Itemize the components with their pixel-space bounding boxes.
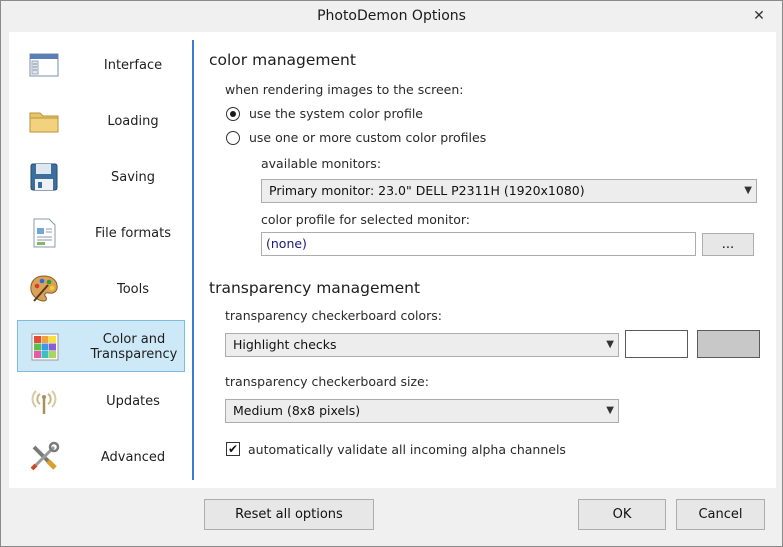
checkerboard-size-label: transparency checkerboard size: bbox=[225, 374, 429, 389]
document-icon bbox=[28, 217, 60, 249]
browse-profile-button[interactable]: ... bbox=[702, 233, 754, 256]
checkerboard-colors-select[interactable]: Highlight checks ▼ bbox=[225, 333, 619, 357]
monitor-select[interactable]: Primary monitor: 23.0" DELL P2311H (1920… bbox=[261, 179, 757, 203]
sidebar-item-advanced[interactable]: Advanced bbox=[17, 431, 185, 483]
sidebar-item-label: Color and Transparency bbox=[90, 332, 178, 362]
sidebar-item-label: Loading bbox=[107, 113, 159, 129]
custom-profile-label[interactable]: use one or more custom color profiles bbox=[249, 130, 486, 145]
transparency-management-heading: transparency management bbox=[209, 279, 421, 297]
profile-path-field[interactable]: (none) bbox=[261, 232, 696, 256]
validate-alpha-checkbox[interactable]: ✔ bbox=[226, 442, 240, 456]
checker-color-2-swatch[interactable] bbox=[697, 330, 760, 358]
category-sidebar: Interface Loading Saving File formats To… bbox=[9, 32, 193, 488]
chevron-down-icon: ▼ bbox=[606, 405, 614, 416]
window-titlebar: PhotoDemon Options bbox=[1, 1, 782, 32]
color-grid-icon bbox=[29, 331, 61, 363]
antenna-icon bbox=[28, 385, 60, 417]
sidebar-item-file-formats[interactable]: File formats bbox=[17, 207, 185, 259]
checkerboard-colors-label: transparency checkerboard colors: bbox=[225, 308, 443, 323]
sidebar-item-label: Advanced bbox=[100, 449, 166, 465]
sidebar-item-loading[interactable]: Loading bbox=[17, 95, 185, 147]
monitor-select-value: Primary monitor: 23.0" DELL P2311H (1920… bbox=[269, 183, 585, 198]
folder-icon bbox=[28, 105, 60, 137]
ok-button[interactable]: OK bbox=[578, 499, 666, 530]
reset-all-options-button[interactable]: Reset all options bbox=[204, 499, 374, 530]
sidebar-item-updates[interactable]: Updates bbox=[17, 375, 185, 427]
monitors-label: available monitors: bbox=[261, 156, 382, 171]
chevron-down-icon: ▼ bbox=[744, 185, 752, 196]
options-dialog: PhotoDemon Options ✕ Interface Loading S… bbox=[0, 0, 783, 547]
palette-icon bbox=[28, 273, 60, 305]
checkerboard-size-value: Medium (8x8 pixels) bbox=[233, 403, 361, 418]
tools-icon bbox=[28, 441, 60, 473]
custom-profile-radio[interactable] bbox=[226, 131, 240, 145]
sidebar-item-label: Saving bbox=[110, 169, 155, 185]
checker-color-1-swatch[interactable] bbox=[625, 330, 688, 358]
checkerboard-size-select[interactable]: Medium (8x8 pixels) ▼ bbox=[225, 399, 619, 423]
sidebar-item-label: Updates bbox=[106, 393, 160, 409]
cancel-button[interactable]: Cancel bbox=[676, 499, 765, 530]
sidebar-item-label: Interface bbox=[103, 57, 163, 73]
settings-panel: color management when rendering images t… bbox=[194, 32, 776, 488]
window-icon bbox=[28, 49, 60, 81]
sidebar-item-saving[interactable]: Saving bbox=[17, 151, 185, 203]
window-title: PhotoDemon Options bbox=[317, 8, 466, 24]
chevron-down-icon: ▼ bbox=[606, 339, 614, 350]
sidebar-item-label: File formats bbox=[94, 225, 172, 241]
validate-alpha-label[interactable]: automatically validate all incoming alph… bbox=[248, 442, 566, 457]
close-icon[interactable]: ✕ bbox=[750, 7, 768, 25]
sidebar-item-interface[interactable]: Interface bbox=[17, 39, 185, 91]
checkerboard-colors-value: Highlight checks bbox=[233, 337, 337, 352]
system-profile-radio[interactable] bbox=[226, 107, 240, 121]
dialog-body: Interface Loading Saving File formats To… bbox=[9, 32, 776, 488]
sidebar-item-tools[interactable]: Tools bbox=[17, 263, 185, 315]
color-management-heading: color management bbox=[209, 51, 356, 69]
system-profile-label[interactable]: use the system color profile bbox=[249, 106, 423, 121]
floppy-disk-icon bbox=[28, 161, 60, 193]
sidebar-item-label: Tools bbox=[116, 281, 150, 297]
rendering-label: when rendering images to the screen: bbox=[225, 82, 464, 97]
profile-label: color profile for selected monitor: bbox=[261, 212, 471, 227]
sidebar-item-color-and-transparency[interactable]: Color and Transparency bbox=[17, 320, 185, 372]
